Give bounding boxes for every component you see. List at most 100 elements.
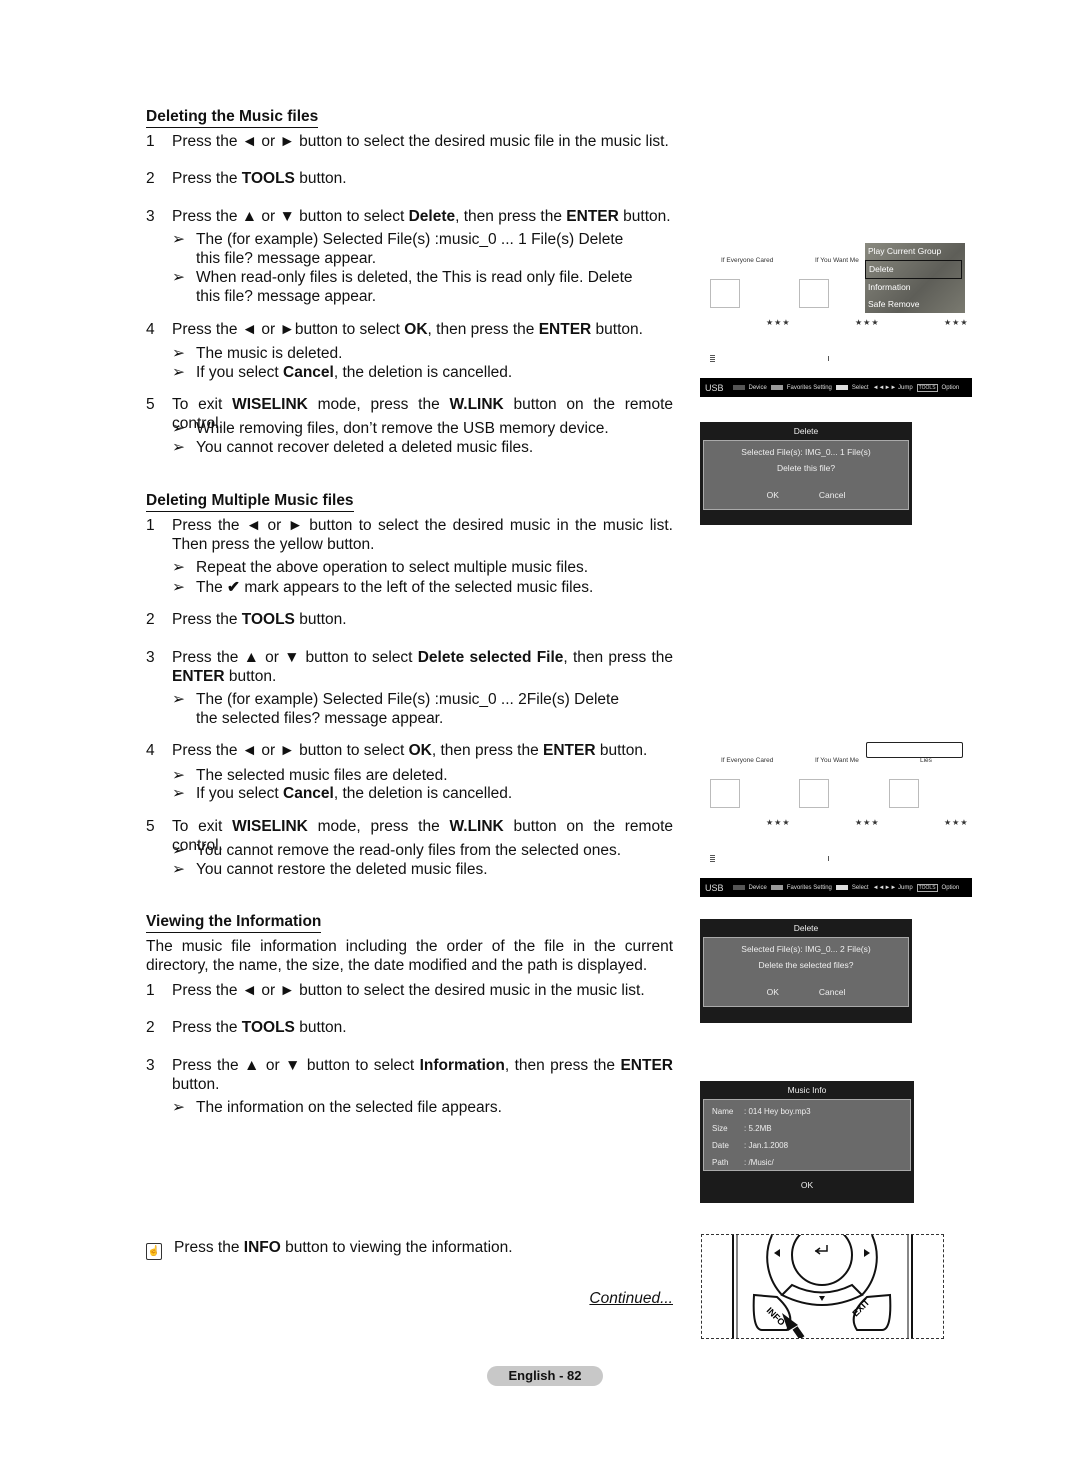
step-text: Press the ▲ or ▼ button to select Delete… bbox=[172, 207, 673, 226]
text-run: To exit bbox=[172, 818, 233, 835]
paragraph: The music file information including the… bbox=[146, 938, 673, 974]
text-run: button. bbox=[618, 208, 671, 225]
step-1: 1 Press the ◄ or ► button to select the d… bbox=[146, 516, 673, 554]
menu-item-delete[interactable]: Delete bbox=[865, 260, 962, 279]
step-3: 3 Press the ▲ or ▼ button to select Infor… bbox=[146, 1056, 673, 1094]
note: ➢ The ✔ mark appears to the left of the s… bbox=[172, 579, 594, 596]
text-run: button. bbox=[294, 1019, 347, 1036]
bold-text: ENTER bbox=[543, 742, 596, 759]
track-thumbnail[interactable] bbox=[889, 779, 919, 808]
list-icon bbox=[710, 855, 715, 862]
arrow-icon: ➢ bbox=[172, 364, 185, 381]
step-text: Press the TOOLS button. bbox=[172, 610, 673, 629]
step-text: Press the ◄ or ►button to select OK, the… bbox=[172, 320, 673, 339]
rating-stars: ★★★ bbox=[944, 318, 969, 327]
text-run: Press the ▲ or ▼ button to select bbox=[172, 208, 409, 225]
ok-button[interactable]: OK bbox=[767, 490, 779, 500]
page-number-badge: English - 82 bbox=[487, 1366, 603, 1386]
section-heading-viewing-info: Viewing the Information bbox=[146, 913, 322, 933]
text-run: button. bbox=[294, 611, 347, 628]
step-text: Press the TOOLS button. bbox=[172, 1018, 673, 1037]
menu-item-safe-remove[interactable]: Safe Remove bbox=[865, 296, 965, 313]
note: ➢ The selected music files are deleted. bbox=[172, 767, 448, 784]
bold-text: Cancel bbox=[283, 364, 334, 381]
step-text: Press the ▲ or ▼ button to select Delete… bbox=[172, 648, 673, 686]
info-row-name: Name: 014 Hey boy.mp3 bbox=[712, 1107, 811, 1116]
track-thumbnail[interactable] bbox=[799, 279, 829, 308]
text-run: If you select bbox=[196, 364, 284, 381]
cancel-button[interactable]: Cancel bbox=[819, 490, 845, 500]
arrow-icon: ➢ bbox=[172, 1099, 185, 1116]
info-row-path: Path: /Music/ bbox=[712, 1158, 774, 1167]
text-run: Press the ◄ or ► button to select the de… bbox=[172, 982, 645, 999]
bold-text: Information bbox=[419, 1057, 505, 1074]
control-bar: USB Device Favorites Setting Select ◄◄►►… bbox=[700, 878, 972, 897]
menu-item-play-current-group[interactable]: Play Current Group bbox=[865, 243, 965, 260]
divider bbox=[828, 856, 829, 861]
step-number: 1 bbox=[146, 982, 155, 999]
down-button bbox=[780, 1283, 864, 1306]
track-title[interactable]: If You Want Me bbox=[815, 257, 859, 264]
note: ➢ Repeat the above operation to select mu… bbox=[172, 559, 589, 576]
step-text: Press the ◄ or ► button to select the de… bbox=[172, 516, 673, 554]
bold-text: Delete bbox=[408, 208, 456, 225]
step-number: 5 bbox=[146, 818, 155, 835]
note: ➢ If you select Cancel, the deletion is c… bbox=[172, 363, 673, 382]
device-color-key bbox=[732, 385, 745, 390]
step-number: 5 bbox=[146, 396, 155, 413]
list-icon bbox=[710, 355, 715, 362]
arrow-icon: ➢ bbox=[172, 269, 185, 286]
track-title[interactable]: If You Want Me bbox=[815, 757, 859, 764]
step-text: Press the ▲ or ▼ button to select Inform… bbox=[172, 1056, 673, 1094]
continued-label: Continued... bbox=[589, 1290, 673, 1307]
cancel-button[interactable]: Cancel bbox=[819, 987, 845, 997]
track-title[interactable]: If Everyone Cared bbox=[721, 257, 773, 264]
tools-key-icon: TOOLS bbox=[916, 383, 938, 392]
bold-text: OK bbox=[404, 321, 428, 338]
note: ➢ The (for example) Selected File(s) :mus… bbox=[172, 691, 619, 727]
text-run: To exit bbox=[172, 396, 233, 413]
jump-icon: ◄◄►► Jump bbox=[872, 884, 913, 891]
track-title[interactable]: Lies bbox=[920, 757, 932, 764]
track-thumbnail[interactable] bbox=[799, 779, 829, 808]
bold-text: TOOLS bbox=[241, 170, 295, 187]
bold-text: TOOLS bbox=[241, 611, 295, 628]
step-2: 2 Press the TOOLS button. bbox=[146, 610, 673, 629]
ok-button[interactable]: OK bbox=[700, 1171, 914, 1190]
dialog-question: Delete the selected files? bbox=[758, 960, 854, 970]
bold-text: INFO bbox=[243, 1239, 281, 1256]
arrow-icon: ➢ bbox=[172, 785, 185, 802]
step-number: 2 bbox=[146, 611, 155, 628]
text-run: , then press the bbox=[431, 742, 544, 759]
source-label: USB bbox=[705, 882, 724, 893]
control-bar: USB Device Favorites Setting Select ◄◄►►… bbox=[700, 378, 972, 397]
ok-button[interactable]: OK bbox=[767, 987, 779, 997]
step-1: 1 Press the ◄ or ► button to select the d… bbox=[146, 981, 673, 1000]
text-run: , the deletion is cancelled. bbox=[333, 785, 513, 802]
bold-text: ENTER bbox=[620, 1057, 673, 1074]
step-number: 2 bbox=[146, 1019, 155, 1036]
bold-text: WISELINK bbox=[232, 396, 308, 413]
dialog-title: Delete bbox=[793, 426, 819, 436]
text-run: button. bbox=[172, 1076, 220, 1093]
bold-text: Delete selected File bbox=[417, 649, 564, 666]
arrow-icon: ➢ bbox=[172, 420, 185, 437]
step-number: 3 bbox=[146, 208, 155, 225]
text-run: mode, press the bbox=[307, 396, 450, 413]
track-title[interactable]: If Everyone Cared bbox=[721, 757, 773, 764]
menu-item-information[interactable]: Information bbox=[865, 279, 965, 296]
text-run: Press the ◄ or ► button to select bbox=[172, 742, 409, 759]
rating-stars: ★★★ bbox=[766, 318, 791, 327]
text-run: Press the ▲ or ▼ button to select bbox=[172, 649, 418, 666]
hand-icon: ☝ bbox=[146, 1243, 162, 1260]
text-run: , then press the bbox=[504, 1057, 621, 1074]
down-arrow-icon bbox=[819, 1296, 825, 1301]
track-thumbnail[interactable] bbox=[710, 779, 740, 808]
arrow-icon: ➢ bbox=[172, 861, 185, 878]
text-run: , the deletion is cancelled. bbox=[333, 364, 513, 381]
text-run: Press the bbox=[172, 170, 242, 187]
note: ➢ You cannot remove the read-only files f… bbox=[172, 842, 622, 859]
track-thumbnail[interactable] bbox=[710, 279, 740, 308]
rating-stars: ★★★ bbox=[766, 818, 791, 827]
section-heading-deleting-multiple: Deleting Multiple Music files bbox=[146, 492, 354, 512]
